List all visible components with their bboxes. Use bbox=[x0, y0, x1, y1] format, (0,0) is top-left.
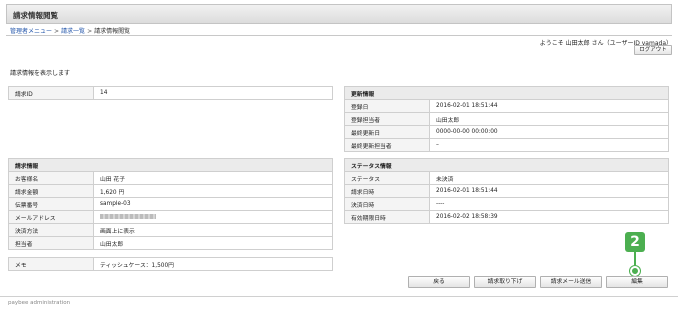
last-updated-by-label: 最終更新担当者 bbox=[344, 138, 430, 152]
memo-value: ティッシュケース：1,500円 bbox=[93, 257, 333, 271]
send-invoice-email-button[interactable]: 請求メール送信 bbox=[540, 276, 602, 288]
table-row: 最終更新日 0000-00-00 00:00:00 bbox=[344, 125, 669, 139]
breadcrumb-divider bbox=[6, 35, 672, 36]
invoice-datetime-value: 2016-02-01 18:51:44 bbox=[429, 184, 669, 198]
customer-name-label: お客様名 bbox=[8, 171, 94, 185]
table-row: 登録担当者 山田太郎 bbox=[344, 112, 669, 126]
step-marker-badge: 2 bbox=[625, 232, 645, 252]
status-value: 未決済 bbox=[429, 171, 669, 185]
payment-method-label: 決済方法 bbox=[8, 223, 94, 237]
table-header-row: ステータス情報 bbox=[344, 158, 669, 172]
staff-label: 担当者 bbox=[8, 236, 94, 250]
update-info-table: 更新情報 登録日 2016-02-01 18:51:44 登録担当者 山田太郎 … bbox=[344, 86, 669, 152]
table-row: 有効期限日時 2016-02-02 18:58:39 bbox=[344, 210, 669, 224]
breadcrumb-separator: > bbox=[54, 28, 60, 35]
breadcrumb-invoice-list[interactable]: 請求一覧 bbox=[61, 28, 85, 35]
last-updated-label: 最終更新日 bbox=[344, 125, 430, 139]
table-row: 伝票番号 sample-03 bbox=[8, 197, 333, 211]
email-value bbox=[93, 210, 333, 224]
intro-text: 請求情報を表示します bbox=[10, 70, 71, 77]
registered-by-value: 山田太郎 bbox=[429, 112, 669, 126]
invoice-info-table: 請求情報 お客様名 山田 花子 請求金額 1,620 円 伝票番号 sample… bbox=[8, 158, 333, 250]
breadcrumb-current: 請求情報閲覧 bbox=[94, 28, 131, 35]
title-bar: 請求情報閲覧 bbox=[6, 4, 672, 24]
edit-button[interactable]: 編集 bbox=[606, 276, 668, 288]
table-row: メールアドレス bbox=[8, 210, 333, 224]
expiry-datetime-label: 有効期限日時 bbox=[344, 210, 430, 224]
slip-number-value: sample-03 bbox=[93, 197, 333, 211]
registered-date-label: 登録日 bbox=[344, 99, 430, 113]
invoice-id-table: 請求ID 14 bbox=[8, 86, 333, 100]
breadcrumb-separator: > bbox=[87, 28, 93, 35]
table-row: 決済日時 ---- bbox=[344, 197, 669, 211]
footer-divider bbox=[0, 296, 678, 297]
payment-datetime-value: ---- bbox=[429, 197, 669, 211]
payment-datetime-label: 決済日時 bbox=[344, 197, 430, 211]
slip-number-label: 伝票番号 bbox=[8, 197, 94, 211]
invoice-datetime-label: 請求日時 bbox=[344, 184, 430, 198]
table-row: メモ ティッシュケース：1,500円 bbox=[8, 257, 333, 271]
invoice-info-heading: 請求情報 bbox=[8, 158, 333, 172]
registered-by-label: 登録担当者 bbox=[344, 112, 430, 126]
table-row: 請求金額 1,620 円 bbox=[8, 184, 333, 198]
breadcrumb-admin-menu[interactable]: 管理者メニュー bbox=[10, 28, 52, 35]
update-info-heading: 更新情報 bbox=[344, 86, 669, 100]
status-info-table: ステータス情報 ステータス 未決済 請求日時 2016-02-01 18:51:… bbox=[344, 158, 669, 224]
table-row: ステータス 未決済 bbox=[344, 171, 669, 185]
invoice-id-label: 請求ID bbox=[8, 86, 94, 100]
step-marker-dot bbox=[630, 266, 640, 276]
customer-name-value: 山田 花子 bbox=[93, 171, 333, 185]
table-row: 請求日時 2016-02-01 18:51:44 bbox=[344, 184, 669, 198]
last-updated-by-value: – bbox=[429, 138, 669, 152]
memo-label: メモ bbox=[8, 257, 94, 271]
footer-text: paybee administration bbox=[8, 300, 71, 306]
last-updated-value: 0000-00-00 00:00:00 bbox=[429, 125, 669, 139]
table-row: お客様名 山田 花子 bbox=[8, 171, 333, 185]
table-row: 決済方法 画面上に表示 bbox=[8, 223, 333, 237]
redacted-email bbox=[100, 214, 156, 219]
back-button[interactable]: 戻る bbox=[408, 276, 470, 288]
breadcrumb: 管理者メニュー > 請求一覧 > 請求情報閲覧 bbox=[10, 26, 130, 35]
email-label: メールアドレス bbox=[8, 210, 94, 224]
status-label: ステータス bbox=[344, 171, 430, 185]
cancel-invoice-button[interactable]: 請求取り下げ bbox=[474, 276, 536, 288]
page-title: 請求情報閲覧 bbox=[13, 11, 58, 20]
table-header-row: 更新情報 bbox=[344, 86, 669, 100]
invoice-id-value: 14 bbox=[93, 86, 333, 100]
expiry-datetime-value: 2016-02-02 18:58:39 bbox=[429, 210, 669, 224]
table-row: 登録日 2016-02-01 18:51:44 bbox=[344, 99, 669, 113]
table-row: 請求ID 14 bbox=[8, 86, 333, 100]
table-header-row: 請求情報 bbox=[8, 158, 333, 172]
payment-method-value: 画面上に表示 bbox=[93, 223, 333, 237]
amount-label: 請求金額 bbox=[8, 184, 94, 198]
registered-date-value: 2016-02-01 18:51:44 bbox=[429, 99, 669, 113]
memo-table: メモ ティッシュケース：1,500円 bbox=[8, 257, 333, 271]
logout-button[interactable]: ログアウト bbox=[634, 45, 672, 55]
table-row: 担当者 山田太郎 bbox=[8, 236, 333, 250]
table-row: 最終更新担当者 – bbox=[344, 138, 669, 152]
staff-value: 山田太郎 bbox=[93, 236, 333, 250]
amount-value: 1,620 円 bbox=[93, 184, 333, 198]
status-info-heading: ステータス情報 bbox=[344, 158, 669, 172]
